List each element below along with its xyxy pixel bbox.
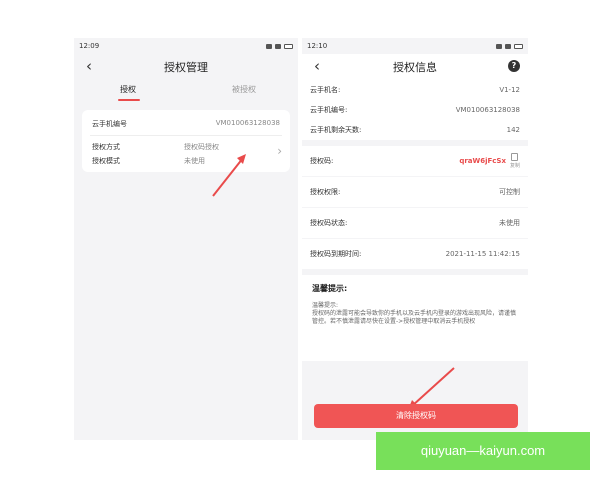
remaining-days-value: 142 [506,126,520,134]
tab-authorize[interactable]: 授权 [120,84,136,95]
expiry-label: 授权码到期时间: [310,250,362,258]
back-arrow-icon[interactable]: ‹ [82,58,96,74]
permission-value: 可控制 [499,188,520,196]
clear-auth-code-button[interactable]: 清除授权码 [314,404,518,428]
phone-screen-authorization-info: 12:10 ‹ 授权信息 ? 云手机名: V1-12 云手机编号: VM0100… [302,38,528,440]
tab-bar: 授权 被授权 [74,80,298,104]
phone-id-value: VM010063128038 [215,119,280,127]
status-icons [266,43,293,49]
remaining-days-row: 云手机剩余天数: 142 [302,120,528,140]
tab-authorized[interactable]: 被授权 [232,84,256,95]
copy-button[interactable]: 复制 [510,153,520,169]
status-icons [496,43,523,49]
battery-icon [284,43,293,49]
chevron-right-icon: › [277,144,282,158]
permission-row: 授权权限: 可控制 [302,177,528,207]
auth-code-label: 授权码: [310,157,334,165]
page-title: 授权信息 [393,61,437,74]
watermark: qiuyuan—kaiyun.com [376,432,590,470]
authorization-card[interactable]: 云手机编号 VM010063128038 授权方式 授权码授权 授权模式 未使用… [82,110,290,172]
divider [90,135,282,136]
battery-icon [514,43,523,49]
status-bar: 12:10 [302,38,528,54]
code-status-value: 未使用 [499,219,520,227]
signal-icon [496,43,502,49]
signal-icon [266,43,272,49]
phone-name-row: 云手机名: V1-12 [302,80,528,100]
wifi-icon [275,43,281,49]
tips-body: 温馨提示: 授权码的泄露可能会导致你的手机以及云手机内登录的游戏出现风险，请谨慎… [312,302,517,325]
back-arrow-icon[interactable]: ‹ [310,58,324,74]
phone-info-group: 云手机名: V1-12 云手机编号: VM010063128038 云手机剩余天… [302,80,528,140]
auth-mode-value: 未使用 [184,157,205,165]
status-time: 12:09 [79,42,100,50]
remaining-days-label: 云手机剩余天数: [310,126,362,134]
auth-method-label: 授权方式 [92,143,120,151]
phone-id-row: 云手机编号: VM010063128038 [302,100,528,120]
help-icon[interactable]: ? [508,60,520,72]
copy-icon [511,153,519,161]
red-arrow-annotation [212,154,246,197]
tips-title: 温馨提示: [312,284,348,293]
title-bar: ‹ 授权信息 ? [302,54,528,80]
phone-screen-authorization-management: 12:09 ‹ 授权管理 授权 被授权 云手机编号 VM010063128038… [74,38,298,440]
phone-name-value: V1-12 [499,86,520,94]
tips-panel: 温馨提示: 温馨提示: 授权码的泄露可能会导致你的手机以及云手机内登录的游戏出现… [302,275,528,361]
auth-code-row: 授权码: qraW6jFcSx 复制 [302,146,528,176]
phone-id-label: 云手机编号: [310,106,348,114]
phone-id-value: VM010063128038 [455,106,520,114]
copy-label: 复制 [509,163,520,169]
expiry-value: 2021-11-15 11:42:15 [445,250,520,258]
status-time: 12:10 [307,42,328,50]
status-bar: 12:09 [74,38,298,54]
permission-label: 授权权限: [310,188,341,196]
code-status-row: 授权码状态: 未使用 [302,208,528,238]
auth-code-value: qraW6jFcSx [459,157,506,165]
auth-mode-label: 授权模式 [92,157,120,165]
phone-id-label: 云手机编号 [92,120,127,128]
active-tab-indicator [118,99,140,101]
phone-name-label: 云手机名: [310,86,341,94]
expiry-row: 授权码到期时间: 2021-11-15 11:42:15 [302,239,528,269]
auth-code-wrap: qraW6jFcSx 复制 [459,153,520,169]
page-title: 授权管理 [164,61,208,74]
code-status-label: 授权码状态: [310,219,348,227]
title-bar: ‹ 授权管理 [74,54,298,80]
wifi-icon [505,43,511,49]
